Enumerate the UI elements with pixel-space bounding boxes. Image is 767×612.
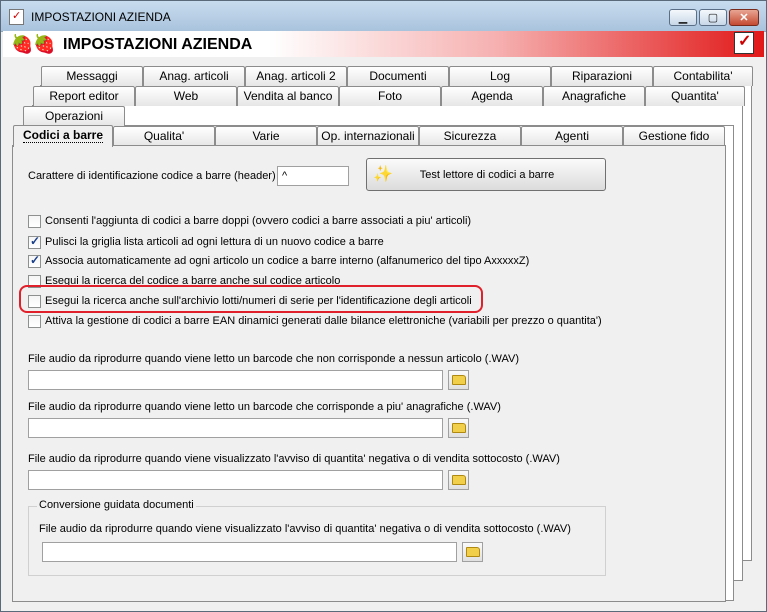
audio-multi-match-label: File audio da riprodurre quando viene le… <box>28 401 501 413</box>
tab-gestione-fido[interactable]: Gestione fido <box>623 126 725 146</box>
tab-anagrafiche[interactable]: Anagrafiche <box>543 86 645 106</box>
minimize-button[interactable]: ▁ <box>669 9 697 26</box>
checkbox-label: Consenti l'aggiunta di codici a barre do… <box>45 215 472 227</box>
test-barcode-reader-label: Test lettore di codici a barre <box>419 169 555 181</box>
tab-contabilita[interactable]: Contabilita' <box>653 66 753 86</box>
minimize-icon: ▁ <box>678 12 688 24</box>
audio-multi-match-input[interactable] <box>28 418 443 438</box>
tab-qualita[interactable]: Qualita' <box>113 126 215 146</box>
header-char-input[interactable] <box>277 166 349 186</box>
browse-guided-audio-button[interactable] <box>462 542 483 562</box>
checkbox-label: Associa automaticamente ad ogni articolo… <box>45 255 530 267</box>
browse-negative-qty-button[interactable] <box>448 470 469 490</box>
checkbox-box[interactable] <box>28 234 41 249</box>
tab-riparazioni[interactable]: Riparazioni <box>551 66 653 86</box>
title-bar: IMPOSTAZIONI AZIENDA ▁ ▢ ✕ <box>1 1 766 32</box>
tab-documenti[interactable]: Documenti <box>347 66 449 86</box>
close-icon: ✕ <box>739 12 749 24</box>
tab-vendita-al-banco[interactable]: Vendita al banco <box>237 86 339 106</box>
tab-sicurezza[interactable]: Sicurezza <box>419 126 521 146</box>
checkbox-label: Pulisci la griglia lista articoli ad ogn… <box>45 236 384 248</box>
header-char-label: Carattere di identificazione codice a ba… <box>28 170 282 182</box>
audio-no-match-label: File audio da riprodurre quando viene le… <box>28 353 520 365</box>
tab-agenda[interactable]: Agenda <box>441 86 543 106</box>
maximize-button[interactable]: ▢ <box>699 9 727 26</box>
folder-icon <box>452 423 466 433</box>
app-icon <box>9 9 24 25</box>
close-button[interactable]: ✕ <box>729 9 759 26</box>
settings-window: IMPOSTAZIONI AZIENDA ▁ ▢ ✕ 🍓🍓 IMPOSTAZIO… <box>0 0 767 612</box>
maximize-icon: ▢ <box>707 12 719 24</box>
barcode-settings-panel: Carattere di identificazione codice a ba… <box>12 145 726 602</box>
guided-conversion-group: Conversione guidata documenti File audio… <box>28 499 606 576</box>
checkbox-dynamic-ean[interactable]: Attiva la gestione di codici a barre EAN… <box>28 313 602 329</box>
audio-negative-qty-input[interactable] <box>28 470 443 490</box>
header-banner: 🍓🍓 IMPOSTAZIONI AZIENDA <box>3 31 764 57</box>
tab-web[interactable]: Web <box>135 86 237 106</box>
folder-icon <box>452 375 466 385</box>
tab-varie[interactable]: Varie <box>215 126 317 146</box>
checkbox-clear-grid[interactable]: Pulisci la griglia lista articoli ad ogn… <box>28 234 384 250</box>
tab-report-editor[interactable]: Report editor <box>33 86 135 106</box>
checklist-icon <box>734 31 754 54</box>
tab-anag-articoli[interactable]: Anag. articoli <box>143 66 245 86</box>
tab-log[interactable]: Log <box>449 66 551 86</box>
checkbox-label: Attiva la gestione di codici a barre EAN… <box>45 315 602 327</box>
guided-audio-label: File audio da riprodurre quando viene vi… <box>39 523 571 535</box>
tab-op-internazionali[interactable]: Op. internazionali <box>317 126 419 146</box>
window-title: IMPOSTAZIONI AZIENDA <box>31 10 171 24</box>
browse-no-match-button[interactable] <box>448 370 469 390</box>
guided-audio-input[interactable] <box>42 542 457 562</box>
tab-foto[interactable]: Foto <box>339 86 441 106</box>
tab-agenti[interactable]: Agenti <box>521 126 623 146</box>
audio-negative-qty-label: File audio da riprodurre quando viene vi… <box>28 453 560 465</box>
checkbox-box[interactable] <box>28 214 41 228</box>
highlight-annotation <box>19 285 483 313</box>
tab-operazioni[interactable]: Operazioni <box>23 106 125 126</box>
checkbox-allow-duplicate-barcodes[interactable]: Consenti l'aggiunta di codici a barre do… <box>28 213 471 229</box>
tab-codici-a-barre[interactable]: Codici a barre <box>13 125 113 147</box>
group-title: Conversione guidata documenti <box>37 499 196 511</box>
browse-multi-match-button[interactable] <box>448 418 469 438</box>
tab-anag-articoli-2[interactable]: Anag. articoli 2 <box>245 66 347 86</box>
checkbox-auto-internal-barcode[interactable]: Associa automaticamente ad ogni articolo… <box>28 253 529 269</box>
tab-quantita[interactable]: Quantita' <box>645 86 745 106</box>
tab-codici-a-barre-label: Codici a barre <box>22 128 104 143</box>
tab-messaggi[interactable]: Messaggi <box>41 66 143 86</box>
page-title: IMPOSTAZIONI AZIENDA <box>63 36 253 53</box>
folder-icon <box>452 475 466 485</box>
test-barcode-reader-button[interactable]: ✨ Test lettore di codici a barre <box>366 158 606 191</box>
folder-icon <box>466 547 480 557</box>
checkbox-box[interactable] <box>28 253 41 268</box>
strawberry-logo-icon: 🍓🍓 <box>11 34 56 54</box>
checkbox-box[interactable] <box>28 314 41 328</box>
audio-no-match-input[interactable] <box>28 370 443 390</box>
